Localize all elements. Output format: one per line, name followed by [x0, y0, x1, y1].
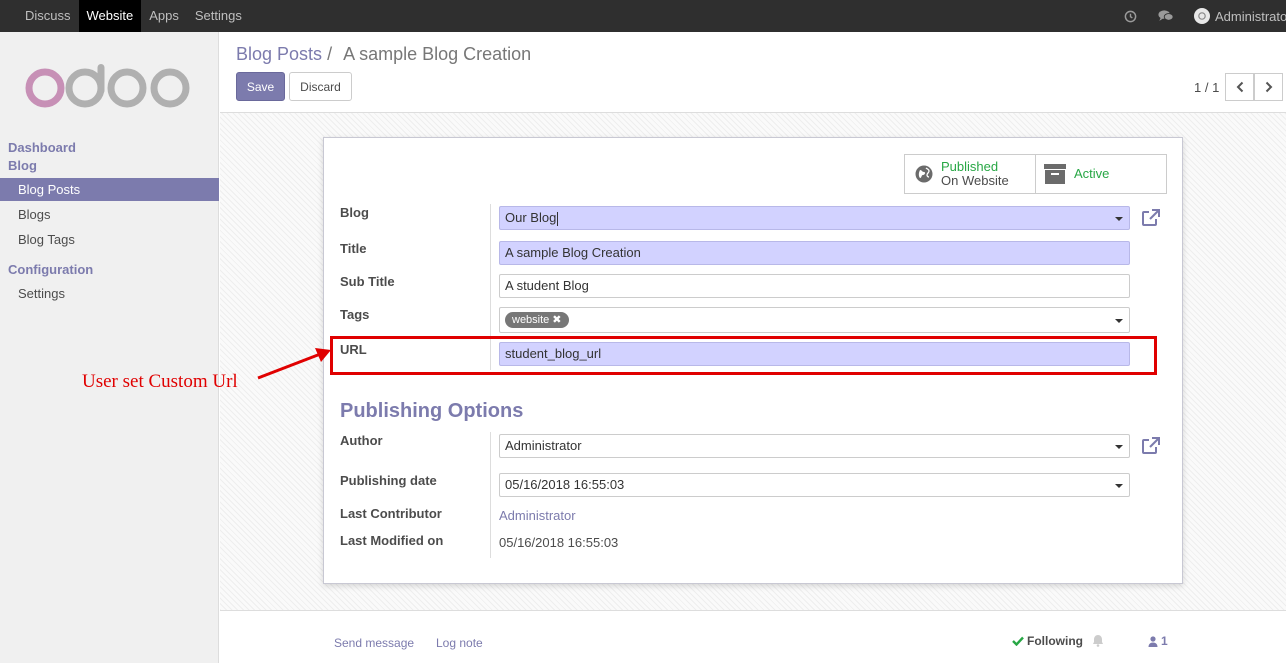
highlight-box	[330, 336, 1157, 375]
breadcrumb-current: A sample Blog Creation	[343, 44, 532, 64]
blog-value: Our Blog	[505, 210, 557, 225]
section-title-publishing: Publishing Options	[340, 400, 524, 422]
clock-icon[interactable]	[1122, 8, 1138, 24]
title-label: Title	[340, 241, 367, 256]
active-status: Active	[1074, 166, 1110, 181]
followers-count: 1	[1161, 634, 1168, 648]
sidebar-item-blog-posts[interactable]: Blog Posts	[0, 178, 219, 201]
send-message-button[interactable]: Send message	[334, 636, 414, 650]
sidebar: Dashboard Blog Blog Posts Blogs Blog Tag…	[0, 32, 219, 663]
external-link-icon[interactable]	[1141, 436, 1161, 456]
check-icon	[1012, 636, 1024, 646]
sidebar-item-blog-tags[interactable]: Blog Tags	[0, 228, 219, 251]
tags-label: Tags	[340, 307, 370, 322]
breadcrumb-separator: /	[327, 44, 333, 64]
user-icon	[1148, 635, 1158, 647]
published-sublabel: On Website	[941, 173, 1009, 188]
chatter: Send message Log note Following 1	[220, 610, 1286, 663]
last-modified-label: Last Modified on	[340, 533, 444, 548]
title-input[interactable]: A sample Blog Creation	[499, 241, 1130, 265]
breadcrumb: Blog Posts / A sample Blog Creation	[236, 44, 531, 65]
subtitle-input[interactable]: A student Blog	[499, 274, 1130, 298]
last-contributor-label: Last Contributor	[340, 506, 442, 521]
publishing-date-input[interactable]: 05/16/2018 16:55:03	[499, 473, 1130, 497]
publishing-date-label: Publishing date	[340, 473, 437, 488]
control-panel: Blog Posts / A sample Blog Creation Save…	[220, 32, 1286, 113]
annotation-arrow	[257, 348, 331, 380]
author-label: Author	[340, 433, 383, 448]
caret-down-icon	[1115, 217, 1123, 221]
archive-icon	[1044, 164, 1066, 184]
last-modified-value: 05/16/2018 16:55:03	[499, 535, 619, 550]
label-separator	[490, 432, 491, 558]
tag-badge: website ✖	[505, 312, 569, 328]
blog-select[interactable]: Our Blog	[499, 206, 1130, 230]
following-label: Following	[1027, 634, 1083, 648]
author-select[interactable]: Administrator	[499, 434, 1130, 458]
caret-down-icon	[1115, 319, 1123, 323]
following-button[interactable]: Following	[1012, 634, 1083, 648]
blog-label: Blog	[340, 205, 369, 220]
top-navbar: Discuss Website Apps Settings Administra…	[0, 0, 1286, 32]
log-note-button[interactable]: Log note	[436, 636, 483, 650]
menu-discuss[interactable]: Discuss	[17, 0, 79, 32]
pager-value[interactable]: 1 / 1	[1194, 80, 1219, 95]
tags-input[interactable]: website ✖	[499, 307, 1130, 333]
publishing-date-value: 05/16/2018 16:55:03	[505, 477, 625, 492]
chat-icon[interactable]	[1158, 8, 1174, 24]
user-menu[interactable]: Administrator	[1215, 9, 1286, 24]
sidebar-item-blogs[interactable]: Blogs	[0, 203, 219, 226]
user-avatar[interactable]	[1194, 8, 1210, 24]
menu-settings[interactable]: Settings	[187, 0, 250, 32]
discard-button[interactable]: Discard	[289, 72, 352, 101]
menu-website[interactable]: Website	[78, 0, 142, 32]
app-menu: Discuss Website Apps Settings	[17, 0, 250, 32]
button-box: Published On Website Active	[904, 154, 1167, 194]
published-toggle-button[interactable]: Published On Website	[905, 155, 1036, 193]
globe-icon	[915, 165, 933, 183]
menu-apps[interactable]: Apps	[141, 0, 187, 32]
chevron-left-icon	[1236, 81, 1243, 93]
odoo-logo	[25, 64, 190, 108]
sidebar-item-settings[interactable]: Settings	[0, 282, 219, 305]
subtitle-label: Sub Title	[340, 274, 395, 289]
external-link-icon[interactable]	[1141, 208, 1161, 228]
pager-previous-button[interactable]	[1225, 73, 1254, 101]
bell-icon[interactable]	[1092, 634, 1104, 647]
sidebar-section-dashboard[interactable]: Dashboard	[8, 140, 76, 155]
annotation-text: User set Custom Url	[82, 371, 238, 392]
active-toggle-button[interactable]: Active	[1036, 155, 1166, 193]
remove-tag-icon[interactable]: ✖	[552, 314, 561, 326]
caret-down-icon	[1115, 445, 1123, 449]
author-value: Administrator	[505, 438, 582, 453]
sidebar-section-configuration[interactable]: Configuration	[8, 262, 93, 277]
caret-down-icon	[1115, 484, 1123, 488]
published-status: Published	[941, 159, 999, 174]
last-contributor-link[interactable]: Administrator	[499, 508, 576, 523]
breadcrumb-blog-posts[interactable]: Blog Posts	[236, 44, 322, 64]
sidebar-section-blog[interactable]: Blog	[8, 158, 37, 173]
save-button[interactable]: Save	[236, 72, 285, 101]
followers-button[interactable]: 1	[1148, 634, 1168, 648]
pager-next-button[interactable]	[1254, 73, 1283, 101]
chevron-right-icon	[1265, 81, 1272, 93]
